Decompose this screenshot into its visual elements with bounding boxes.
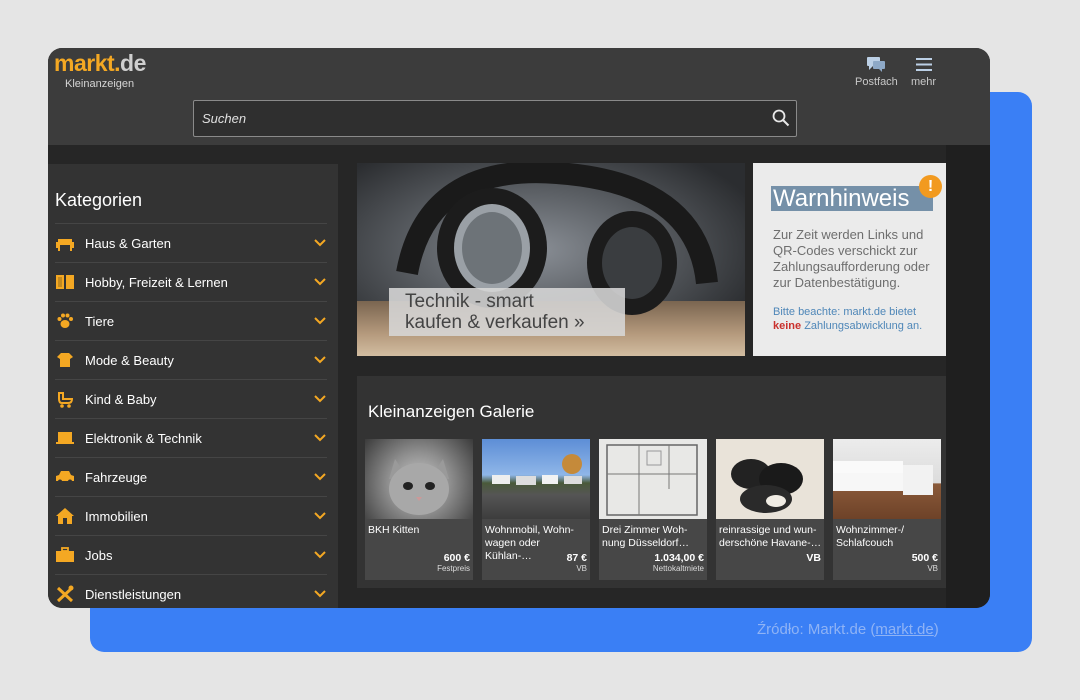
hero-line-2: kaufen & verkaufen » [405, 312, 585, 333]
stroller-icon [55, 390, 75, 408]
hero-banner[interactable]: Technik - smart kaufen & verkaufen » [357, 163, 745, 356]
chevron-down-icon [314, 278, 326, 286]
puppies-image [716, 439, 824, 519]
book-icon [55, 273, 75, 291]
search-input[interactable] [194, 101, 754, 136]
chevron-down-icon [314, 551, 326, 559]
source-link[interactable]: markt.de [875, 621, 933, 638]
category-label: Kind & Baby [85, 391, 157, 407]
house-icon [55, 507, 75, 525]
category-item-haus-garten[interactable]: Haus & Garten [55, 223, 327, 262]
gallery-card[interactable]: Wohnmobil, Wohn-wagen oder Kühlan-… 87 €… [482, 439, 590, 580]
chevron-down-icon [314, 356, 326, 364]
chat-icon [867, 57, 886, 72]
chevron-down-icon [314, 434, 326, 442]
category-label: Haus & Garten [85, 235, 171, 251]
card-title: BKH Kitten [368, 524, 420, 536]
warning-exclamation-icon: ! [919, 175, 942, 198]
category-item-dienstleistungen[interactable]: Dienstleistungen [55, 574, 327, 608]
card-price-type: Festpreis [437, 564, 470, 573]
gallery-title: Kleinanzeigen Galerie [368, 402, 535, 421]
card-title: reinrassige und wun-derschöne Havane-… [719, 524, 822, 549]
search-bar [193, 100, 797, 137]
category-label: Tiere [85, 313, 115, 329]
chevron-down-icon [314, 395, 326, 403]
category-item-jobs[interactable]: Jobs [55, 535, 327, 574]
laptop-icon [55, 429, 75, 447]
gallery-card[interactable]: Wohnzimmer-/ Schlafcouch 500 € VB [833, 439, 941, 580]
chevron-down-icon [314, 239, 326, 247]
source-caption: Źródło: Markt.de (markt.de) [757, 621, 939, 638]
warning-title: Warnhinweis [771, 186, 933, 212]
car-icon [55, 468, 75, 486]
category-label: Dienstleistungen [85, 586, 182, 602]
category-sidebar: Kategorien Haus & Garten Hobby, Freizeit… [48, 164, 338, 608]
kitten-image [365, 439, 473, 519]
gallery-card[interactable]: BKH Kitten 600 € Festpreis [365, 439, 473, 580]
category-item-mode[interactable]: Mode & Beauty [55, 340, 327, 379]
card-price-type: VB [576, 564, 587, 573]
category-item-fahrzeuge[interactable]: Fahrzeuge [55, 457, 327, 496]
chevron-down-icon [314, 317, 326, 325]
chevron-down-icon [314, 590, 326, 598]
paw-icon [55, 312, 75, 330]
category-label: Hobby, Freizeit & Lernen [85, 274, 228, 290]
card-price: VB [806, 552, 821, 564]
hamburger-menu-icon [915, 58, 932, 71]
card-price: 87 € [566, 552, 587, 564]
sofa-image [833, 439, 941, 519]
sidebar-title: Kategorien [55, 190, 143, 210]
card-price: 500 € [911, 552, 938, 564]
logo[interactable]: markt.de [54, 50, 146, 77]
category-item-immobilien[interactable]: Immobilien [55, 496, 327, 535]
floor-plan-image [599, 439, 707, 519]
category-item-kind-baby[interactable]: Kind & Baby [55, 379, 327, 418]
logo-tagline: Kleinanzeigen [65, 78, 135, 90]
chevron-down-icon [314, 473, 326, 481]
chevron-down-icon [314, 512, 326, 520]
search-icon[interactable] [772, 109, 790, 127]
warning-note: Bitte beachte: markt.de bietet keine Zah… [773, 306, 923, 332]
card-price: 1.034,00 € [654, 552, 704, 564]
scroll-gutter [946, 145, 990, 608]
category-item-hobby[interactable]: Hobby, Freizeit & Lernen [55, 262, 327, 301]
category-label: Jobs [85, 547, 113, 563]
warning-text: Zur Zeit werden Links und QR-Codes versc… [773, 227, 930, 290]
warning-box: Warnhinweis ! Zur Zeit werden Links und … [753, 163, 946, 356]
gallery-card[interactable]: Drei Zimmer Woh-nung Düsseldorf… 1.034,0… [599, 439, 707, 580]
header-bar: markt.de Kleinanzeigen Postfach mehr [48, 48, 990, 145]
parking-lot-image [482, 439, 590, 519]
hero-caption[interactable]: Technik - smart kaufen & verkaufen » [389, 288, 625, 336]
more-label: mehr [911, 76, 937, 88]
category-label: Elektronik & Technik [85, 430, 202, 446]
category-label: Immobilien [85, 508, 148, 524]
card-title: Drei Zimmer Woh-nung Düsseldorf… [602, 524, 689, 549]
inbox-label: Postfach [855, 76, 898, 88]
more-button[interactable]: mehr [911, 56, 936, 88]
category-item-tiere[interactable]: Tiere [55, 301, 327, 340]
browser-window: markt.de Kleinanzeigen Postfach mehr Kat… [48, 48, 990, 608]
hero-line-1: Technik - smart [405, 291, 534, 312]
category-label: Mode & Beauty [85, 352, 174, 368]
card-price-type: Nettokaltmiete [652, 564, 704, 573]
shirt-icon [55, 351, 75, 369]
category-item-elektronik[interactable]: Elektronik & Technik [55, 418, 327, 457]
gallery-card[interactable]: reinrassige und wun-derschöne Havane-… V… [716, 439, 824, 580]
sofa-icon [55, 234, 75, 252]
card-title: Wohnzimmer-/ Schlafcouch [836, 524, 905, 549]
briefcase-icon [55, 546, 75, 564]
inbox-button[interactable]: Postfach [855, 56, 898, 88]
card-price: 600 € [443, 552, 470, 564]
category-label: Fahrzeuge [85, 469, 148, 485]
card-price-type: VB [927, 564, 938, 573]
tools-icon [55, 585, 75, 603]
classifieds-gallery: Kleinanzeigen Galerie BKH Kitten 600 € F… [357, 376, 946, 588]
